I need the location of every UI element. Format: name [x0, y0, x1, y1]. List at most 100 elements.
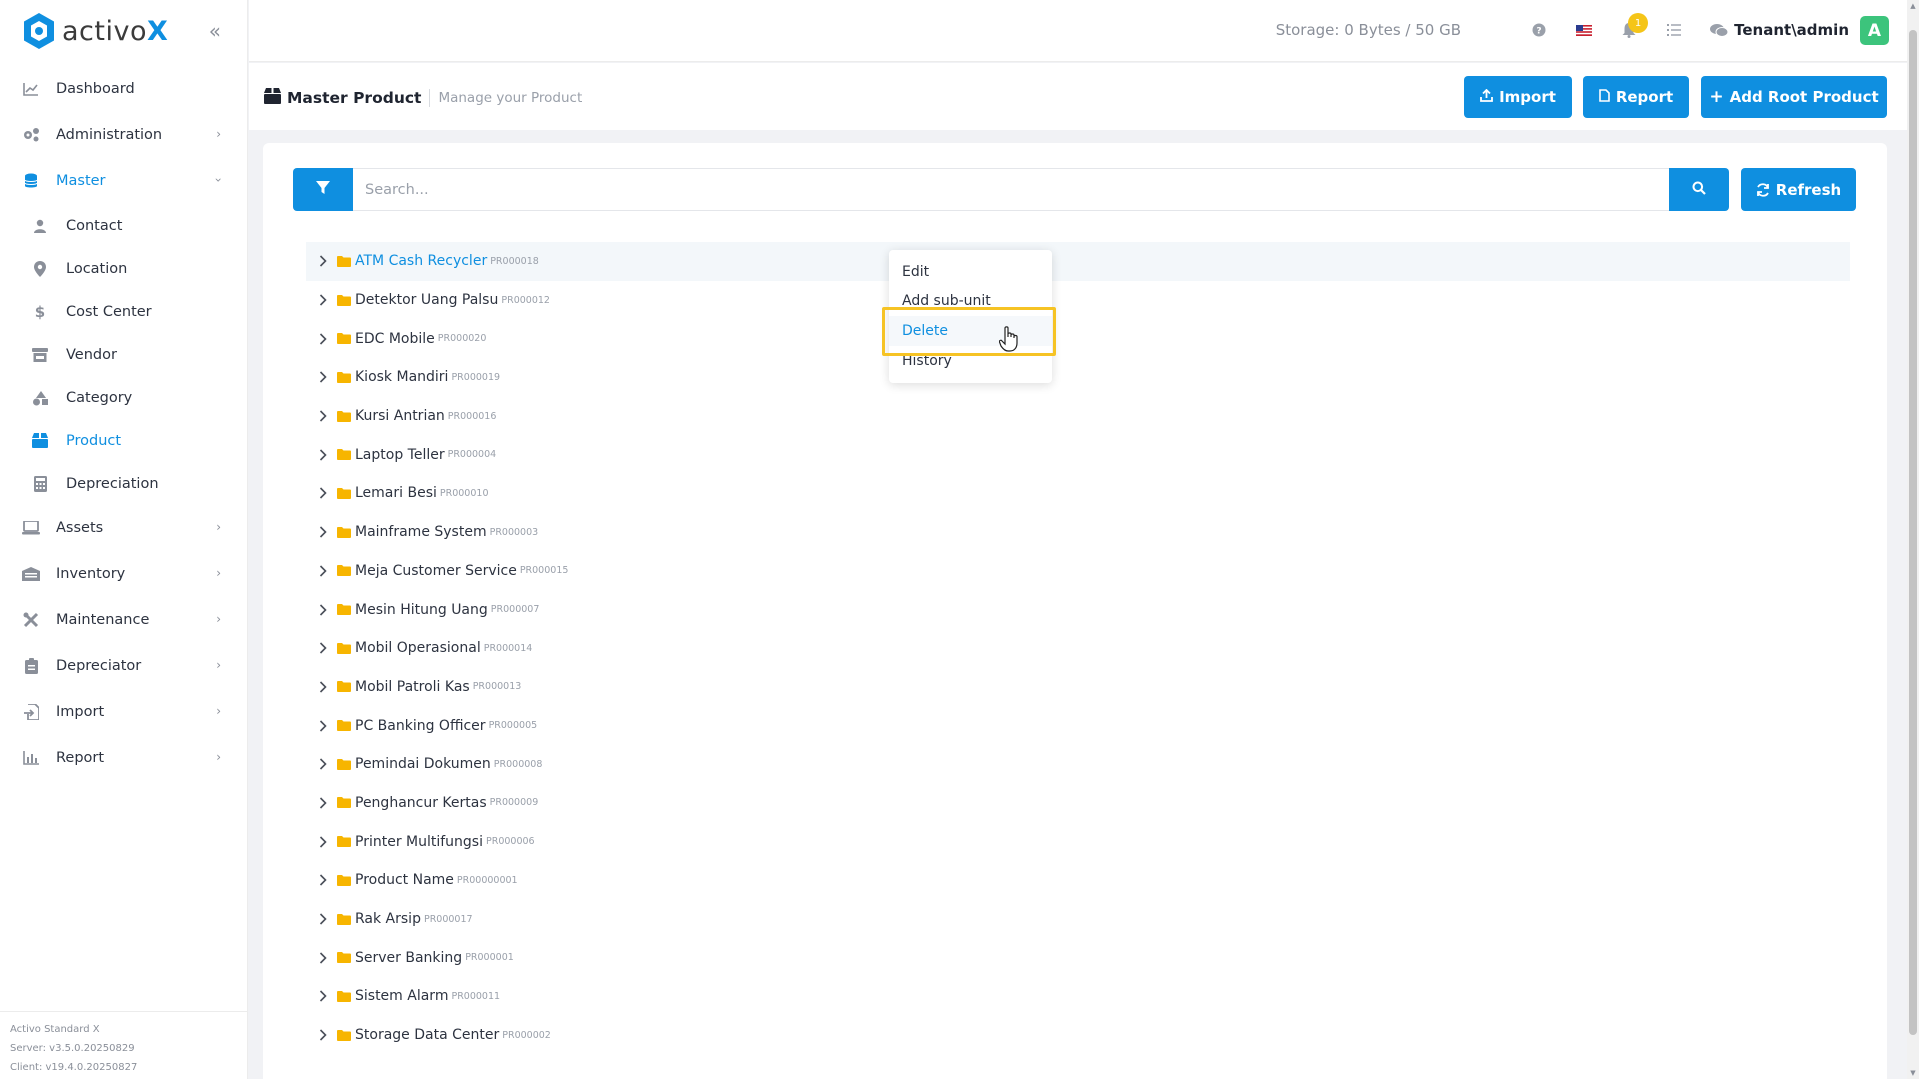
- chevron-right-icon[interactable]: [319, 990, 331, 1002]
- page-scrollbar[interactable]: ▲ ▼: [1907, 0, 1919, 1079]
- chat-icon[interactable]: [1710, 21, 1728, 39]
- tree-node-name[interactable]: Server Banking: [355, 950, 462, 966]
- tree-row[interactable]: Mainframe System PR000003: [306, 513, 1850, 552]
- chevron-right-icon[interactable]: [319, 874, 331, 886]
- tree-row[interactable]: EDC Mobile PR000020: [306, 319, 1850, 358]
- chevron-right-icon[interactable]: [319, 255, 331, 267]
- menu-item-delete[interactable]: Delete: [889, 316, 1052, 346]
- tree-node-name[interactable]: PC Banking Officer: [355, 718, 486, 734]
- tree-row[interactable]: PC Banking Officer PR000005: [306, 706, 1850, 745]
- collapse-sidebar-icon[interactable]: «: [209, 19, 221, 43]
- tree-node-name[interactable]: Storage Data Center: [355, 1027, 499, 1043]
- tree-row[interactable]: Kursi Antrian PR000016: [306, 397, 1850, 436]
- tree-row[interactable]: ATM Cash Recycler PR000018: [306, 242, 1850, 281]
- tree-row[interactable]: Mobil Operasional PR000014: [306, 629, 1850, 668]
- tree-node-name[interactable]: Kursi Antrian: [355, 408, 445, 424]
- report-button[interactable]: Report: [1583, 76, 1689, 118]
- menu-item-edit[interactable]: Edit: [889, 257, 1052, 287]
- chevron-right-icon[interactable]: [319, 913, 331, 925]
- sidebar-subitem-category[interactable]: Category: [0, 376, 247, 419]
- sidebar-subitem-contact[interactable]: Contact: [0, 204, 247, 247]
- scroll-up-icon[interactable]: ▲: [1909, 2, 1917, 10]
- refresh-button[interactable]: Refresh: [1741, 168, 1856, 211]
- chevron-right-icon[interactable]: [319, 1029, 331, 1041]
- tree-node-name[interactable]: EDC Mobile: [355, 331, 435, 347]
- chevron-right-icon[interactable]: [319, 758, 331, 770]
- tree-node-name[interactable]: Detektor Uang Palsu: [355, 292, 498, 308]
- sidebar-subitem-cost-center[interactable]: $ Cost Center: [0, 290, 247, 333]
- chevron-right-icon[interactable]: [319, 603, 331, 616]
- tree-node-name[interactable]: Kiosk Mandiri: [355, 369, 448, 385]
- sidebar-item-administration[interactable]: Administration ›: [0, 112, 247, 158]
- tree-node-name[interactable]: Mesin Hitung Uang: [355, 602, 488, 618]
- tree-row[interactable]: Detektor Uang Palsu PR000012: [306, 281, 1850, 320]
- chevron-right-icon[interactable]: [319, 952, 331, 964]
- tree-row[interactable]: Storage Data Center PR000002: [306, 1016, 1850, 1055]
- scroll-thumb[interactable]: [1909, 30, 1917, 1035]
- user-name[interactable]: Tenant\admin: [1734, 21, 1849, 39]
- sidebar-item-maintenance[interactable]: Maintenance ›: [0, 597, 247, 643]
- tree-node-name[interactable]: Mainframe System: [355, 524, 487, 540]
- tree-row[interactable]: Mobil Patroli Kas PR000013: [306, 668, 1850, 707]
- bell-icon[interactable]: 1: [1620, 13, 1648, 39]
- tree-row[interactable]: Mesin Hitung Uang PR000007: [306, 590, 1850, 629]
- tree-row[interactable]: Laptop Teller PR000004: [306, 435, 1850, 474]
- tree-node-name[interactable]: Sistem Alarm: [355, 988, 448, 1004]
- tree-node-name[interactable]: Product Name: [355, 872, 454, 888]
- us-flag-icon[interactable]: [1575, 21, 1593, 39]
- sidebar-subitem-location[interactable]: Location: [0, 247, 247, 290]
- menu-item-add-sub-unit[interactable]: Add sub-unit: [889, 287, 1052, 317]
- chevron-right-icon[interactable]: [319, 410, 331, 422]
- tree-node-name[interactable]: Rak Arsip: [355, 911, 421, 927]
- menu-item-history[interactable]: History: [889, 346, 1052, 376]
- tree-node-name[interactable]: ATM Cash Recycler: [355, 253, 487, 269]
- chevron-right-icon[interactable]: [319, 449, 331, 461]
- sidebar-subitem-product[interactable]: Product: [0, 419, 247, 462]
- tree-node-name[interactable]: Pemindai Dokumen: [355, 756, 491, 772]
- help-icon[interactable]: ?: [1530, 21, 1548, 39]
- tree-row[interactable]: Kiosk Mandiri PR000019: [306, 358, 1850, 397]
- sidebar-item-inventory[interactable]: Inventory ›: [0, 551, 247, 597]
- chevron-right-icon[interactable]: [319, 836, 331, 848]
- sidebar-item-assets[interactable]: Assets ›: [0, 505, 247, 551]
- chevron-right-icon[interactable]: [319, 565, 331, 577]
- add-root-product-button[interactable]: + Add Root Product: [1701, 76, 1887, 118]
- search-input[interactable]: [353, 168, 1669, 211]
- tree-row[interactable]: Sistem Alarm PR000011: [306, 977, 1850, 1016]
- sidebar-item-import[interactable]: Import ›: [0, 689, 247, 735]
- tree-row[interactable]: Penghancur Kertas PR000009: [306, 784, 1850, 823]
- tree-row[interactable]: Pemindai Dokumen PR000008: [306, 745, 1850, 784]
- chevron-right-icon[interactable]: [319, 487, 331, 500]
- chevron-right-icon[interactable]: [319, 642, 331, 654]
- sidebar-subitem-depreciation[interactable]: Depreciation: [0, 462, 247, 505]
- tree-row[interactable]: Product Name PR00000001: [306, 861, 1850, 900]
- tree-node-name[interactable]: Mobil Patroli Kas: [355, 679, 470, 695]
- sidebar-item-master[interactable]: Master ›: [0, 158, 247, 204]
- chevron-right-icon[interactable]: [319, 526, 331, 538]
- sidebar-subitem-vendor[interactable]: Vendor: [0, 333, 247, 376]
- tree-node-name[interactable]: Lemari Besi: [355, 485, 437, 501]
- tree-row[interactable]: Rak Arsip PR000017: [306, 900, 1850, 939]
- chevron-right-icon[interactable]: [319, 681, 331, 693]
- tree-row[interactable]: Server Banking PR000001: [306, 938, 1850, 977]
- chevron-right-icon[interactable]: [319, 371, 331, 383]
- avatar[interactable]: A: [1860, 16, 1889, 45]
- tree-node-name[interactable]: Laptop Teller: [355, 447, 445, 463]
- search-button[interactable]: [1669, 168, 1729, 211]
- chevron-right-icon[interactable]: [319, 720, 331, 732]
- task-list-icon[interactable]: [1665, 21, 1683, 39]
- filter-button[interactable]: [293, 168, 353, 211]
- logo[interactable]: activoX «: [0, 0, 247, 62]
- sidebar-item-report[interactable]: Report ›: [0, 735, 247, 781]
- sidebar-item-dashboard[interactable]: Dashboard: [0, 66, 247, 112]
- tree-node-name[interactable]: Penghancur Kertas: [355, 795, 487, 811]
- tree-row[interactable]: Lemari Besi PR000010: [306, 474, 1850, 513]
- import-button[interactable]: Import: [1464, 76, 1572, 118]
- tree-node-name[interactable]: Meja Customer Service: [355, 563, 517, 579]
- scroll-down-icon[interactable]: ▼: [1909, 1069, 1917, 1077]
- tree-row[interactable]: Printer Multifungsi PR000006: [306, 822, 1850, 861]
- sidebar-item-depreciator[interactable]: Depreciator ›: [0, 643, 247, 689]
- chevron-right-icon[interactable]: [319, 294, 331, 306]
- tree-node-name[interactable]: Printer Multifungsi: [355, 834, 483, 850]
- chevron-right-icon[interactable]: [319, 333, 331, 345]
